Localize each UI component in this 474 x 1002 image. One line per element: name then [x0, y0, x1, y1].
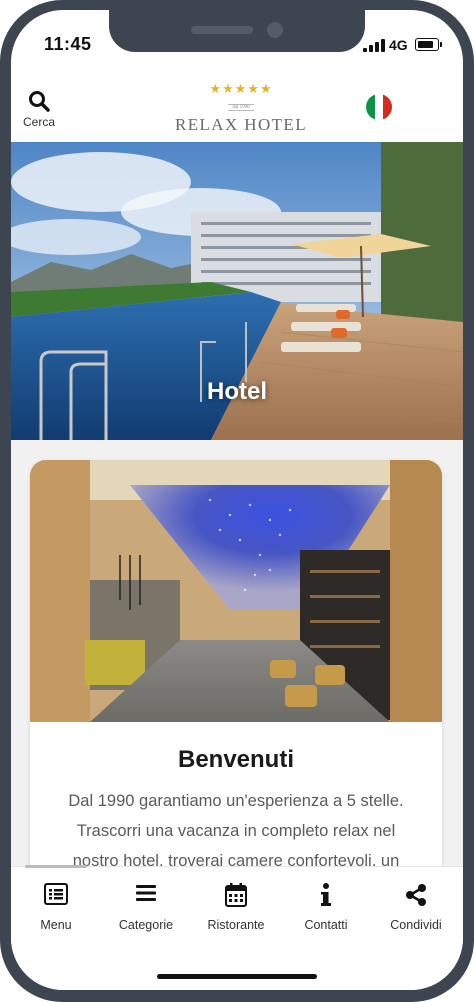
front-camera [267, 22, 283, 38]
logo-established: dal 1990 [228, 104, 254, 111]
share-icon [371, 883, 461, 913]
network-type: 4G [389, 37, 408, 53]
scroll-indicator [25, 865, 87, 868]
nav-item-condividi[interactable]: Condividi [371, 881, 461, 932]
categories-icon [101, 883, 191, 913]
nav-item-categorie[interactable]: Categorie [101, 881, 191, 932]
nav-item-ristorante[interactable]: Ristorante [191, 881, 281, 932]
hotel-lobby-image [30, 460, 442, 722]
nav-item-menu[interactable]: Menu [11, 881, 101, 932]
search-button[interactable]: Cerca [19, 90, 59, 136]
hero-banner[interactable]: Hotel [11, 142, 463, 440]
nav-label-menu: Menu [40, 918, 72, 932]
content-area: Benvenuti Dal 1990 garantiamo un'esperie… [11, 440, 463, 876]
speaker-grille [191, 26, 253, 34]
nav-label-contatti: Contatti [304, 918, 348, 932]
calendar-icon [191, 883, 281, 913]
logo-stars: ★★★★★ [209, 81, 273, 96]
app-header: Cerca ★★★★★ dal 1990 RELAX HOTEL [11, 70, 463, 142]
hero-title: Hotel [207, 378, 267, 405]
bottom-navigation: Menu Categorie Ristorante Contatti Condi… [11, 865, 463, 990]
logo-name: RELAX HOTEL [174, 115, 308, 134]
welcome-text: Dal 1990 garantiamo un'esperienza a 5 st… [68, 792, 404, 870]
hotel-logo[interactable]: ★★★★★ dal 1990 RELAX HOTEL [171, 82, 311, 136]
home-indicator[interactable] [157, 974, 317, 979]
nav-item-contatti[interactable]: Contatti [281, 881, 371, 932]
phone-frame: 11:45 4G Cerca ★★★★★ dal 1990 RELAX HOTE… [0, 0, 474, 1002]
search-icon [29, 91, 50, 112]
welcome-title: Benvenuti [177, 746, 294, 773]
menu-list-icon [11, 883, 101, 913]
app-screen: 11:45 4G Cerca ★★★★★ dal 1990 RELAX HOTE… [11, 10, 463, 990]
search-label: Cerca [22, 115, 55, 129]
italy-flag-icon[interactable] [366, 94, 392, 120]
nav-label-condividi: Condividi [390, 918, 442, 932]
nav-label-ristorante: Ristorante [207, 918, 265, 932]
nav-label-categorie: Categorie [118, 918, 174, 932]
status-time: 11:45 [44, 34, 92, 54]
signal-icon [363, 39, 385, 52]
battery-icon [415, 38, 442, 51]
device-notch [109, 10, 365, 52]
info-icon [281, 883, 371, 913]
welcome-card[interactable]: Benvenuti Dal 1990 garantiamo un'esperie… [30, 460, 442, 876]
